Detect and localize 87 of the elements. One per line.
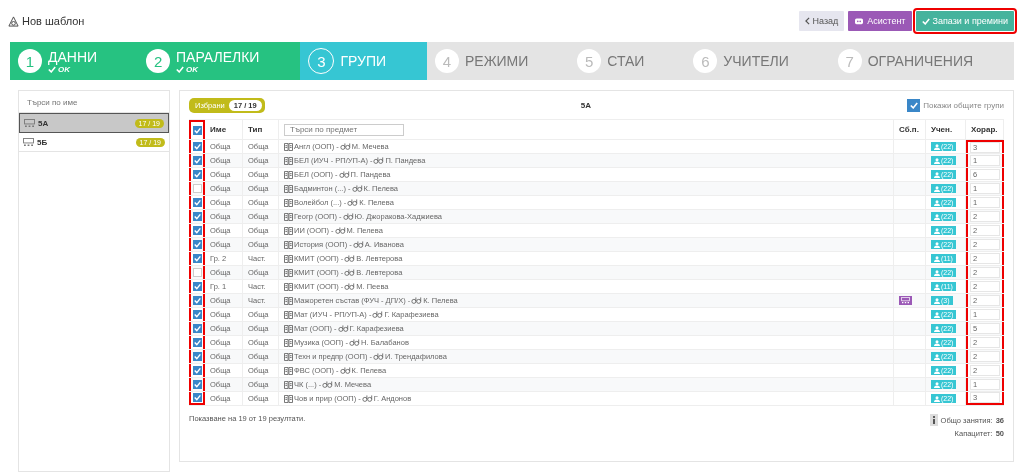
person-icon <box>934 311 940 318</box>
person-icon <box>934 157 940 164</box>
row-checkbox[interactable] <box>192 393 202 402</box>
wizard-step[interactable]: 3 ГРУПИ <box>300 42 427 80</box>
column-header: Хорар. <box>966 120 1004 139</box>
person-icon <box>934 339 940 346</box>
person-icon <box>934 255 940 262</box>
wizard-step[interactable]: 7 ОГРАНИЧЕНИЯ <box>829 42 1014 80</box>
row-checkbox[interactable] <box>192 226 202 235</box>
check-icon <box>921 17 930 25</box>
row-checkbox[interactable] <box>192 296 202 305</box>
book-icon <box>284 212 293 221</box>
back-button[interactable]: Назад <box>798 11 845 31</box>
book-icon <box>284 324 293 333</box>
checkbox[interactable] <box>907 98 921 112</box>
person-icon <box>934 381 940 388</box>
page-title: Нов шаблон <box>22 15 85 27</box>
book-icon <box>284 156 293 165</box>
book-icon <box>284 338 293 347</box>
row-checkbox[interactable] <box>192 352 202 361</box>
row-checkbox[interactable] <box>192 310 202 319</box>
row-checkbox[interactable] <box>192 198 202 207</box>
classroom-icon <box>24 118 35 128</box>
select-all-checkbox[interactable] <box>192 126 202 135</box>
shapes-icon <box>8 15 19 27</box>
book-icon <box>284 240 293 249</box>
person-icon <box>934 213 940 220</box>
person-icon <box>934 241 940 248</box>
check-icon <box>176 65 185 73</box>
book-icon <box>284 226 293 235</box>
row-checkbox[interactable] <box>192 142 202 151</box>
book-icon <box>284 380 293 389</box>
row-checkbox[interactable] <box>192 366 202 375</box>
row-checkbox[interactable] <box>192 184 202 193</box>
row-checkbox[interactable] <box>192 324 202 333</box>
book-icon <box>284 142 293 151</box>
column-header: Тип <box>243 120 279 139</box>
checkbox-label: Покажи общите групи <box>923 100 1004 110</box>
person-icon <box>934 395 940 402</box>
row-checkbox[interactable] <box>192 240 202 249</box>
person-icon <box>934 171 940 178</box>
column-header: Сб.п. <box>894 120 926 139</box>
wizard-step[interactable]: 5 СТАИ <box>569 42 686 80</box>
robot-icon <box>854 17 865 25</box>
book-icon <box>284 282 293 291</box>
column-header: Учен. <box>926 120 966 139</box>
wizard-step[interactable]: 6 УЧИТЕЛИ <box>685 42 830 80</box>
save-button[interactable]: Запази и премини <box>915 11 1014 31</box>
book-icon <box>284 268 293 277</box>
book-icon <box>284 366 293 375</box>
column-header: Име <box>205 120 243 139</box>
book-icon <box>284 310 293 319</box>
row-checkbox[interactable] <box>192 170 202 179</box>
person-icon <box>934 325 940 332</box>
subject-search-field[interactable]: Търси по предмет <box>284 123 404 136</box>
book-icon <box>284 198 293 207</box>
row-checkbox[interactable] <box>192 282 202 291</box>
wizard-step[interactable]: 4 РЕЖИМИ <box>426 42 570 80</box>
book-icon <box>284 394 293 403</box>
book-icon <box>284 170 293 179</box>
chevron-left-icon <box>804 17 810 25</box>
person-icon <box>934 199 940 206</box>
person-icon <box>934 143 940 150</box>
person-icon <box>934 297 940 304</box>
person-icon <box>934 269 940 276</box>
row-checkbox[interactable] <box>192 212 202 221</box>
book-icon <box>284 254 293 263</box>
row-checkbox[interactable] <box>192 338 202 347</box>
check-icon <box>193 127 201 134</box>
person-icon <box>934 283 940 290</box>
assistant-button[interactable]: Асистент <box>848 11 912 31</box>
row-checkbox[interactable] <box>192 380 202 389</box>
classroom-icon <box>23 137 34 147</box>
person-icon <box>934 227 940 234</box>
combined-lesson-icon[interactable] <box>899 296 912 305</box>
book-icon <box>284 296 293 305</box>
book-icon <box>284 184 293 193</box>
check-icon <box>48 65 56 73</box>
row-checkbox[interactable] <box>192 268 202 277</box>
row-checkbox[interactable] <box>192 156 202 165</box>
book-icon <box>284 352 293 361</box>
person-icon <box>934 367 940 374</box>
person-icon <box>934 185 940 192</box>
check-icon <box>909 101 918 109</box>
person-icon <box>934 353 940 360</box>
class-title: 5А <box>579 100 593 110</box>
row-checkbox[interactable] <box>192 254 202 263</box>
